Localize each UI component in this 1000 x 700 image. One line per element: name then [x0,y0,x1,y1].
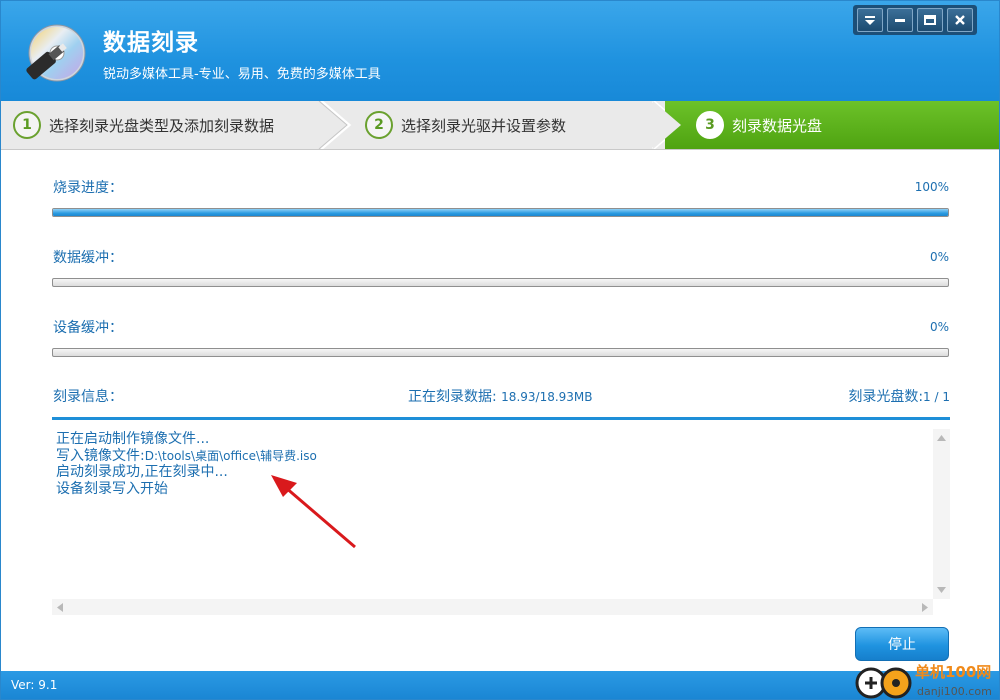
app-subtitle: 锐动多媒体工具-专业、易用、免费的多媒体工具 [103,67,381,82]
log-textbox[interactable]: 正在启动制作镜像文件... 写入镜像文件:D:\tools\桌面\office\… [52,429,950,615]
writing-label: 正在刻录数据: [408,389,502,405]
scroll-right-icon[interactable] [922,603,928,612]
minimize-button[interactable] [887,8,913,32]
data-buffer-bar [52,278,949,287]
log-line: 写入镜像文件:D:\tools\桌面\office\辅导费.iso [56,447,317,464]
scroll-left-icon[interactable] [57,603,63,612]
burn-progress-percent: 100% [914,180,949,194]
step-2: 2 选择刻录光驱并设置参数 [365,101,566,149]
step-label: 选择刻录光驱并设置参数 [401,116,567,135]
title-bar: 数据刻录 锐动多媒体工具-专业、易用、免费的多媒体工具 [1,1,999,101]
minimize-icon [895,19,905,22]
disc-count-value: 1 / 1 [923,390,950,404]
close-button[interactable] [947,8,973,32]
menu-icon [865,16,875,25]
app-window: 数据刻录 锐动多媒体工具-专业、易用、免费的多媒体工具 1 选择刻录光盘类型及添… [0,0,1000,700]
burn-progress-label: 烧录进度： [53,180,123,196]
device-buffer-label: 设备缓冲： [53,320,123,336]
menu-button[interactable] [857,8,883,32]
step-number: 2 [365,111,393,139]
disc-count-label: 刻录光盘数: [848,389,924,405]
step-number: 3 [696,111,724,139]
watermark-brand: 单机100网 [915,663,991,681]
scroll-down-icon[interactable] [937,587,946,593]
window-controls [853,5,977,35]
watermark-url: danji100.com [917,685,992,698]
step-number: 1 [13,111,41,139]
device-buffer-bar [52,348,949,357]
step-label: 刻录数据光盘 [732,116,823,135]
annotation-arrow-icon [271,475,356,549]
data-buffer-label: 数据缓冲： [53,250,123,266]
scroll-up-icon[interactable] [937,435,946,441]
horizontal-scrollbar[interactable] [52,599,933,615]
step-label: 选择刻录光盘类型及添加刻录数据 [49,116,275,135]
burn-progress-bar [52,208,949,217]
vertical-scrollbar[interactable] [933,429,950,599]
cd-disc-icon [26,24,86,82]
writing-value: 18.93/18.93MB [501,390,593,404]
burn-info-label: 刻录信息： [53,389,123,405]
burn-progress-fill [53,209,948,216]
disc-count: 刻录光盘数:1 / 1 [848,386,950,406]
maximize-icon [924,15,936,25]
watermark-logo: 单机100网 danji100.com [855,659,999,699]
burn-info-row: 刻录信息： 正在刻录数据: 18.93/18.93MB 刻录光盘数:1 / 1 [53,386,950,406]
close-icon [955,15,965,25]
maximize-button[interactable] [917,8,943,32]
log-line: 正在启动制作镜像文件... [56,431,210,447]
writing-status: 正在刻录数据: 18.93/18.93MB [408,386,593,406]
step-3: 3 刻录数据光盘 [696,101,822,149]
status-bar: Ver: 9.1 [1,671,999,699]
watermark-badge-icon: 单机100网 danji100.com [855,663,992,699]
info-divider [52,417,950,420]
app-title: 数据刻录 [103,30,199,56]
version-label: Ver: 9.1 [11,678,58,692]
device-buffer-percent: 0% [929,320,949,334]
stop-button[interactable]: 停止 [855,627,949,661]
data-buffer-percent: 0% [929,250,949,264]
step-1: 1 选择刻录光盘类型及添加刻录数据 [13,101,274,149]
